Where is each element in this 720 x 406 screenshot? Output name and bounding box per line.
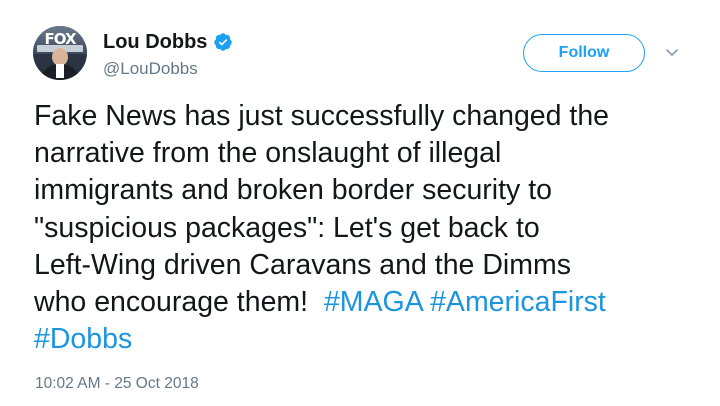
author-display-name[interactable]: Lou Dobbs (103, 31, 207, 54)
hashtag-link[interactable]: #Dobbs (34, 323, 132, 355)
follow-button[interactable]: Follow (523, 34, 645, 72)
avatar-shirt (56, 64, 64, 78)
tweet-text-line: who encourage them! (34, 286, 324, 319)
avatar[interactable]: FOX (33, 26, 87, 80)
author-handle[interactable]: @LouDobbs (103, 59, 198, 79)
tweet-text-line: Left-Wing driven Caravans and the Dimms (34, 248, 571, 281)
tweet-text-line: "suspicious packages": Let's get back to (34, 211, 540, 244)
chevron-down-icon[interactable] (664, 44, 680, 60)
verified-badge-icon (213, 32, 233, 52)
tweet-timestamp[interactable]: 10:02 AM - 25 Oct 2018 (35, 375, 199, 393)
hashtag-link[interactable]: #AmericaFirst (430, 286, 606, 318)
tweet-text-line: immigrants and broken border security to (34, 174, 552, 207)
tweet-text-line: narrative from the onslaught of illegal (34, 137, 502, 170)
tweet-card: FOX Lou Dobbs @LouDobbs Follow Fake News… (0, 0, 720, 406)
tweet-text: Fake News has just successfully changed … (34, 98, 704, 358)
tweet-text-line: Fake News has just successfully changed … (34, 100, 610, 132)
author-name-row: Lou Dobbs (103, 29, 233, 55)
hashtag-link[interactable]: #MAGA (324, 286, 422, 318)
